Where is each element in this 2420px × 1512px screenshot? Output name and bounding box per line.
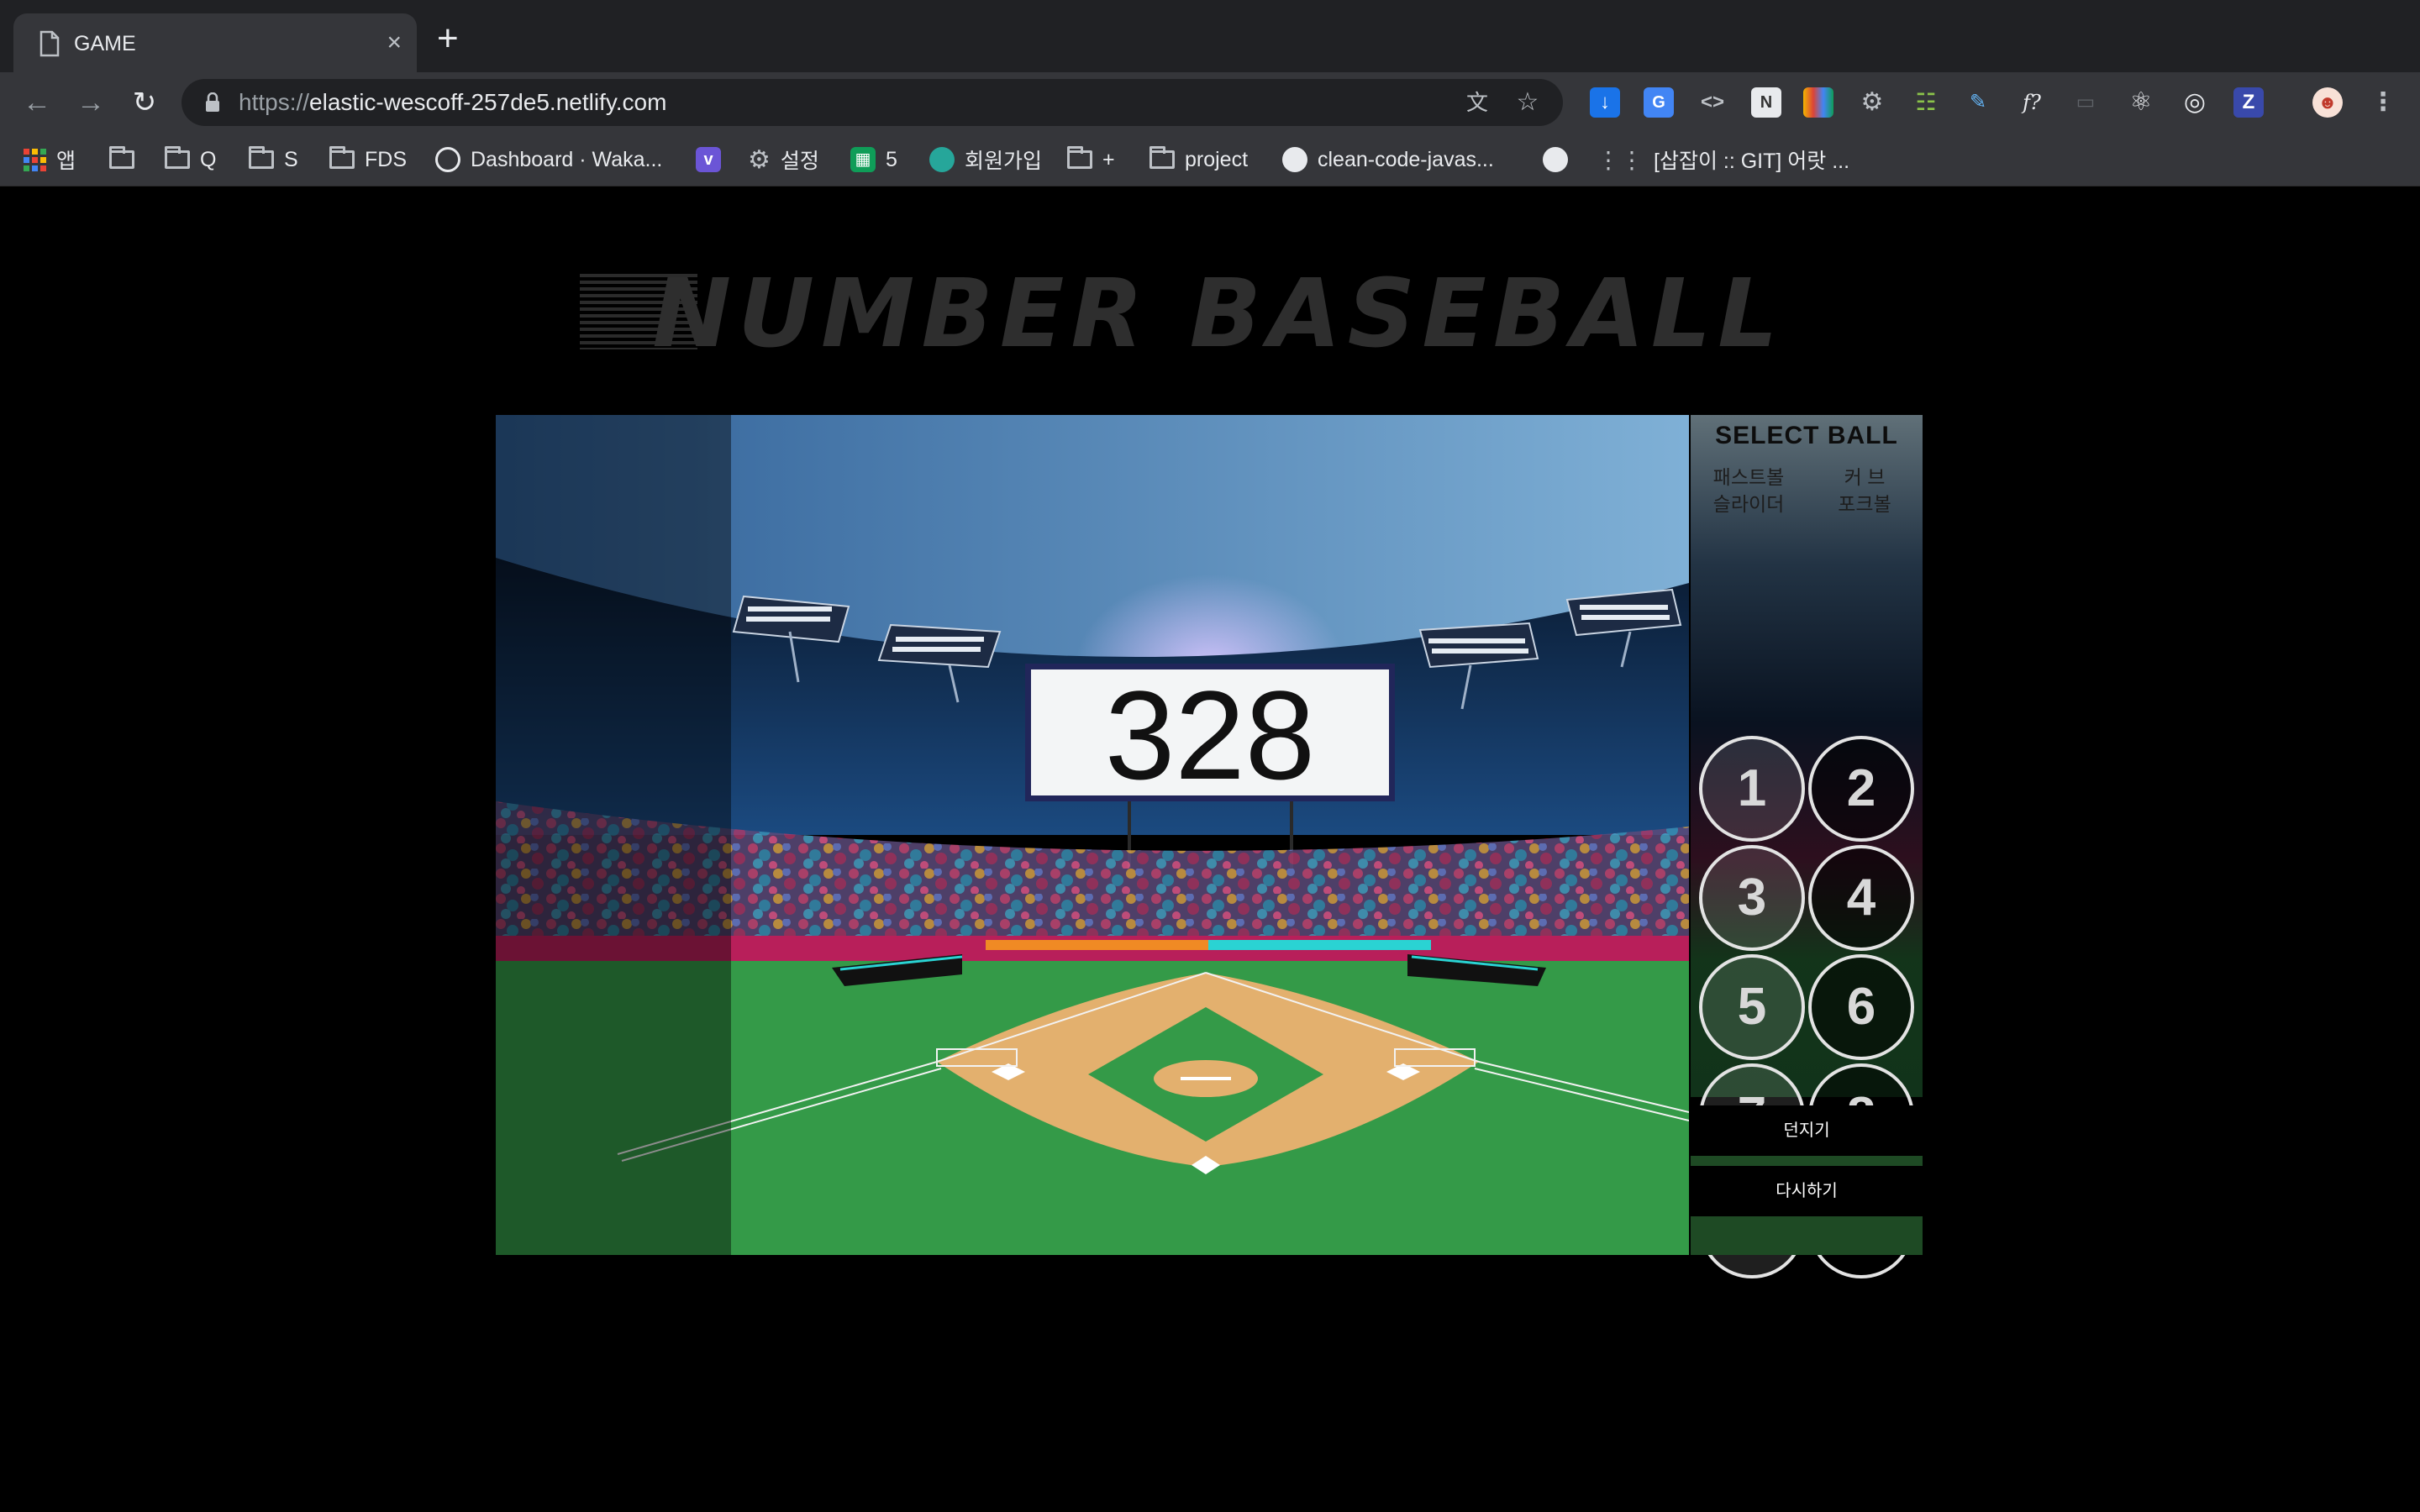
close-tab-icon[interactable]: × <box>387 29 402 56</box>
avatar[interactable]: ☻ <box>2312 87 2343 118</box>
bookmark-folder-fds[interactable]: FDS <box>329 144 407 175</box>
sheets-icon: ▦ <box>850 147 876 172</box>
formula-icon[interactable]: f? <box>2017 87 2047 118</box>
panel-footer <box>1691 1216 1923 1255</box>
bookmark-folder-project[interactable]: project <box>1150 144 1248 175</box>
bookmark-vimeo[interactable]: v <box>696 144 721 175</box>
pitch-type-left[interactable]: 패스트볼 슬라이더 <box>1691 464 1807 517</box>
folder-icon <box>165 146 190 169</box>
folder-icon <box>249 146 274 169</box>
pen-icon[interactable]: ✎ <box>1963 87 1993 118</box>
throw-button[interactable]: 던지기 <box>1691 1105 1923 1156</box>
cast-icon[interactable]: ▭ <box>2070 87 2101 118</box>
bookmark-clean-code[interactable]: clean-code-javas... <box>1282 144 1494 175</box>
side-shade <box>496 415 731 1255</box>
code-icon[interactable]: <> <box>1697 87 1728 118</box>
tab-title: GAME <box>74 32 136 55</box>
select-ball-title: SELECT BALL <box>1715 422 1898 449</box>
document-icon <box>39 30 60 57</box>
title-logo: NUMBER BASEBALL <box>580 260 1784 361</box>
bookmark-folder[interactable] <box>109 144 134 175</box>
gear-icon: ⚙ <box>748 145 771 174</box>
folder-icon <box>1067 146 1092 169</box>
menu-icon[interactable]: ⋮ <box>2368 87 2398 118</box>
site-icon <box>929 147 955 172</box>
ball-button-2[interactable]: 2 <box>1808 736 1914 842</box>
bookmark-folder-q[interactable]: Q <box>165 144 216 175</box>
bookmark-apps[interactable]: 앱 <box>24 144 76 175</box>
bookmark-sheets[interactable]: ▦ 5 <box>850 144 897 175</box>
game-page: NUMBER BASEBALL 328 SELECT BALL 패스트볼 슬라이… <box>0 186 2420 1512</box>
restart-button[interactable]: 다시하기 <box>1691 1166 1923 1216</box>
ball-button-4[interactable]: 4 <box>1808 845 1914 951</box>
tab-strip: GAME × + <box>0 0 2420 72</box>
dots-icon: ⋮⋮ <box>1597 146 1644 173</box>
new-tab-button[interactable]: + <box>437 20 459 57</box>
translate-icon[interactable]: G <box>1644 87 1674 118</box>
back-button[interactable]: ← <box>18 84 55 121</box>
folder-icon <box>329 146 355 169</box>
download-icon[interactable]: ↓ <box>1590 87 1620 118</box>
books-icon[interactable] <box>1803 87 1833 118</box>
bookmark-folder-s[interactable]: S <box>249 144 298 175</box>
stadium-scene <box>496 415 1689 1255</box>
bookmark-git-blog[interactable]: ⋮⋮ [삽잡이 :: GIT] 어랏 ... <box>1597 144 1849 175</box>
z-icon[interactable]: Z <box>2233 87 2264 118</box>
game-title: NUMBER BASEBALL <box>580 260 1815 361</box>
scoreboard: 328 <box>1025 664 1395 801</box>
forward-button[interactable]: → <box>72 84 109 121</box>
url-text: https://elastic-wescoff-257de5.netlify.c… <box>239 89 667 115</box>
folder-icon <box>1150 146 1175 169</box>
translate-icon[interactable]: 文 <box>1462 87 1492 118</box>
target-icon[interactable]: ◎ <box>2180 87 2210 118</box>
ball-button-3[interactable]: 3 <box>1699 845 1805 951</box>
browser-tab[interactable]: GAME × <box>13 13 417 72</box>
github-icon <box>1282 147 1307 172</box>
ball-button-6[interactable]: 6 <box>1808 954 1914 1060</box>
bookmark-folder-plus[interactable]: + <box>1067 144 1115 175</box>
gear-icon[interactable]: ⚙ <box>1857 87 1887 118</box>
lock-icon <box>206 92 219 112</box>
bookmarks-bar: 앱 Q S FDS Dashboard · Waka... v ⚙ 설정 ▦ 5 회… <box>0 133 2420 186</box>
score-display: 328 <box>1104 664 1316 806</box>
ladder-icon[interactable]: ☷ <box>1911 87 1941 118</box>
ball-button-1[interactable]: 1 <box>1699 736 1805 842</box>
wakatime-icon <box>435 147 460 172</box>
notion-icon[interactable]: N <box>1751 87 1781 118</box>
title-text: NUMBER BASEBALL <box>652 260 1784 361</box>
bookmark-github[interactable] <box>1543 144 1568 175</box>
ball-button-5[interactable]: 5 <box>1699 954 1805 1060</box>
apps-grid-icon <box>24 148 46 171</box>
pitch-type-right[interactable]: 커 브 포크볼 <box>1807 464 1923 517</box>
github-icon <box>1543 147 1568 172</box>
browser-toolbar: ← → ↻ https://elastic-wescoff-257de5.net… <box>0 72 2420 133</box>
reload-button[interactable]: ↻ <box>126 84 163 121</box>
react-icon[interactable]: ⚛ <box>2126 87 2156 118</box>
bookmark-settings[interactable]: ⚙ 설정 <box>748 144 819 175</box>
star-icon[interactable]: ☆ <box>1512 87 1543 118</box>
bookmark-wakatime[interactable]: Dashboard · Waka... <box>435 144 662 175</box>
vimeo-icon: v <box>696 147 721 172</box>
folder-icon <box>109 146 134 169</box>
address-bar[interactable]: https://elastic-wescoff-257de5.netlify.c… <box>182 79 1563 126</box>
button-separator <box>1691 1156 1923 1166</box>
bookmark-signup[interactable]: 회원가입 <box>929 144 1042 175</box>
